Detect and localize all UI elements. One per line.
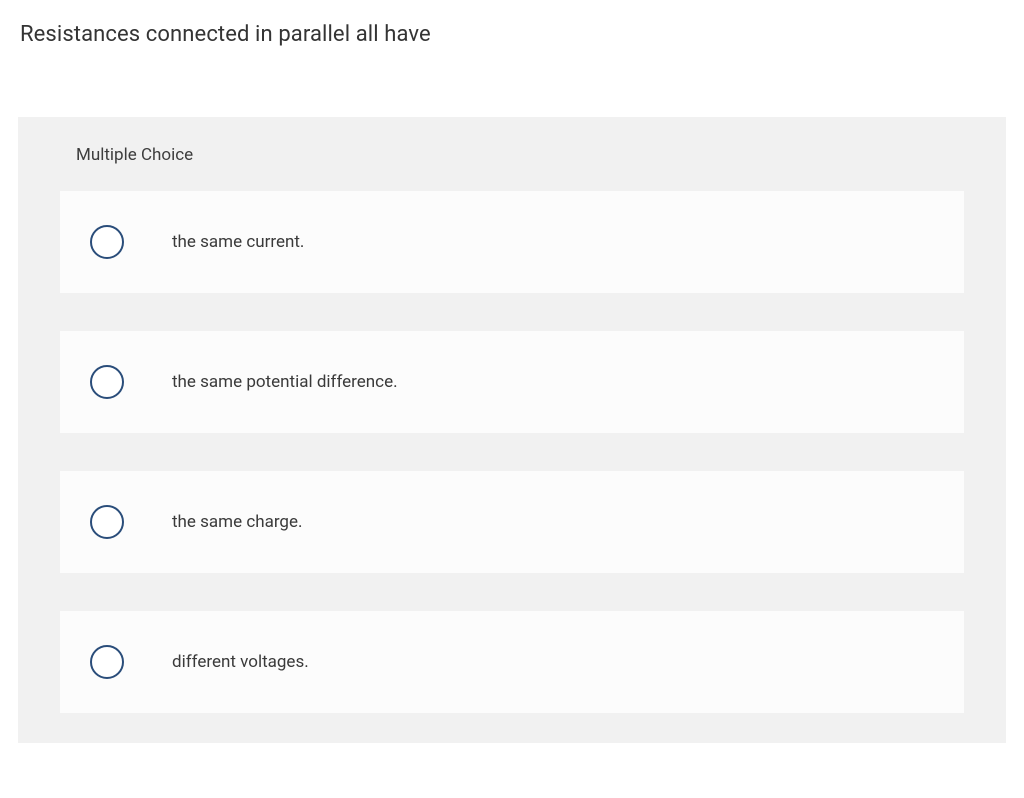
- option-0[interactable]: the same current.: [60, 191, 964, 293]
- option-label: different voltages.: [172, 652, 309, 672]
- option-label: the same current.: [172, 232, 304, 252]
- radio-icon[interactable]: [90, 225, 124, 259]
- option-label: the same potential difference.: [172, 372, 398, 392]
- radio-icon[interactable]: [90, 505, 124, 539]
- question-text: Resistances connected in parallel all ha…: [0, 0, 1024, 47]
- options-list: the same current. the same potential dif…: [18, 191, 1006, 713]
- option-3[interactable]: different voltages.: [60, 611, 964, 713]
- multiple-choice-container: Multiple Choice the same current. the sa…: [18, 117, 1006, 743]
- radio-icon[interactable]: [90, 645, 124, 679]
- radio-icon[interactable]: [90, 365, 124, 399]
- option-label: the same charge.: [172, 512, 302, 532]
- option-2[interactable]: the same charge.: [60, 471, 964, 573]
- option-1[interactable]: the same potential difference.: [60, 331, 964, 433]
- section-label: Multiple Choice: [18, 117, 1006, 191]
